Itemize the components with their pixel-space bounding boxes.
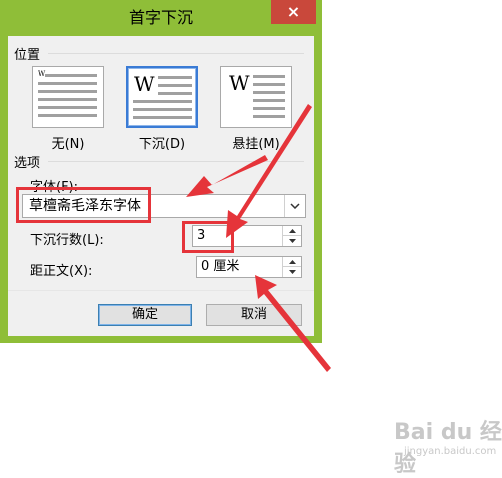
- watermark-subtext: jingyan.baidu.com: [404, 446, 497, 457]
- arrow-to-distance: [255, 275, 331, 372]
- annotation-arrows: [186, 104, 331, 372]
